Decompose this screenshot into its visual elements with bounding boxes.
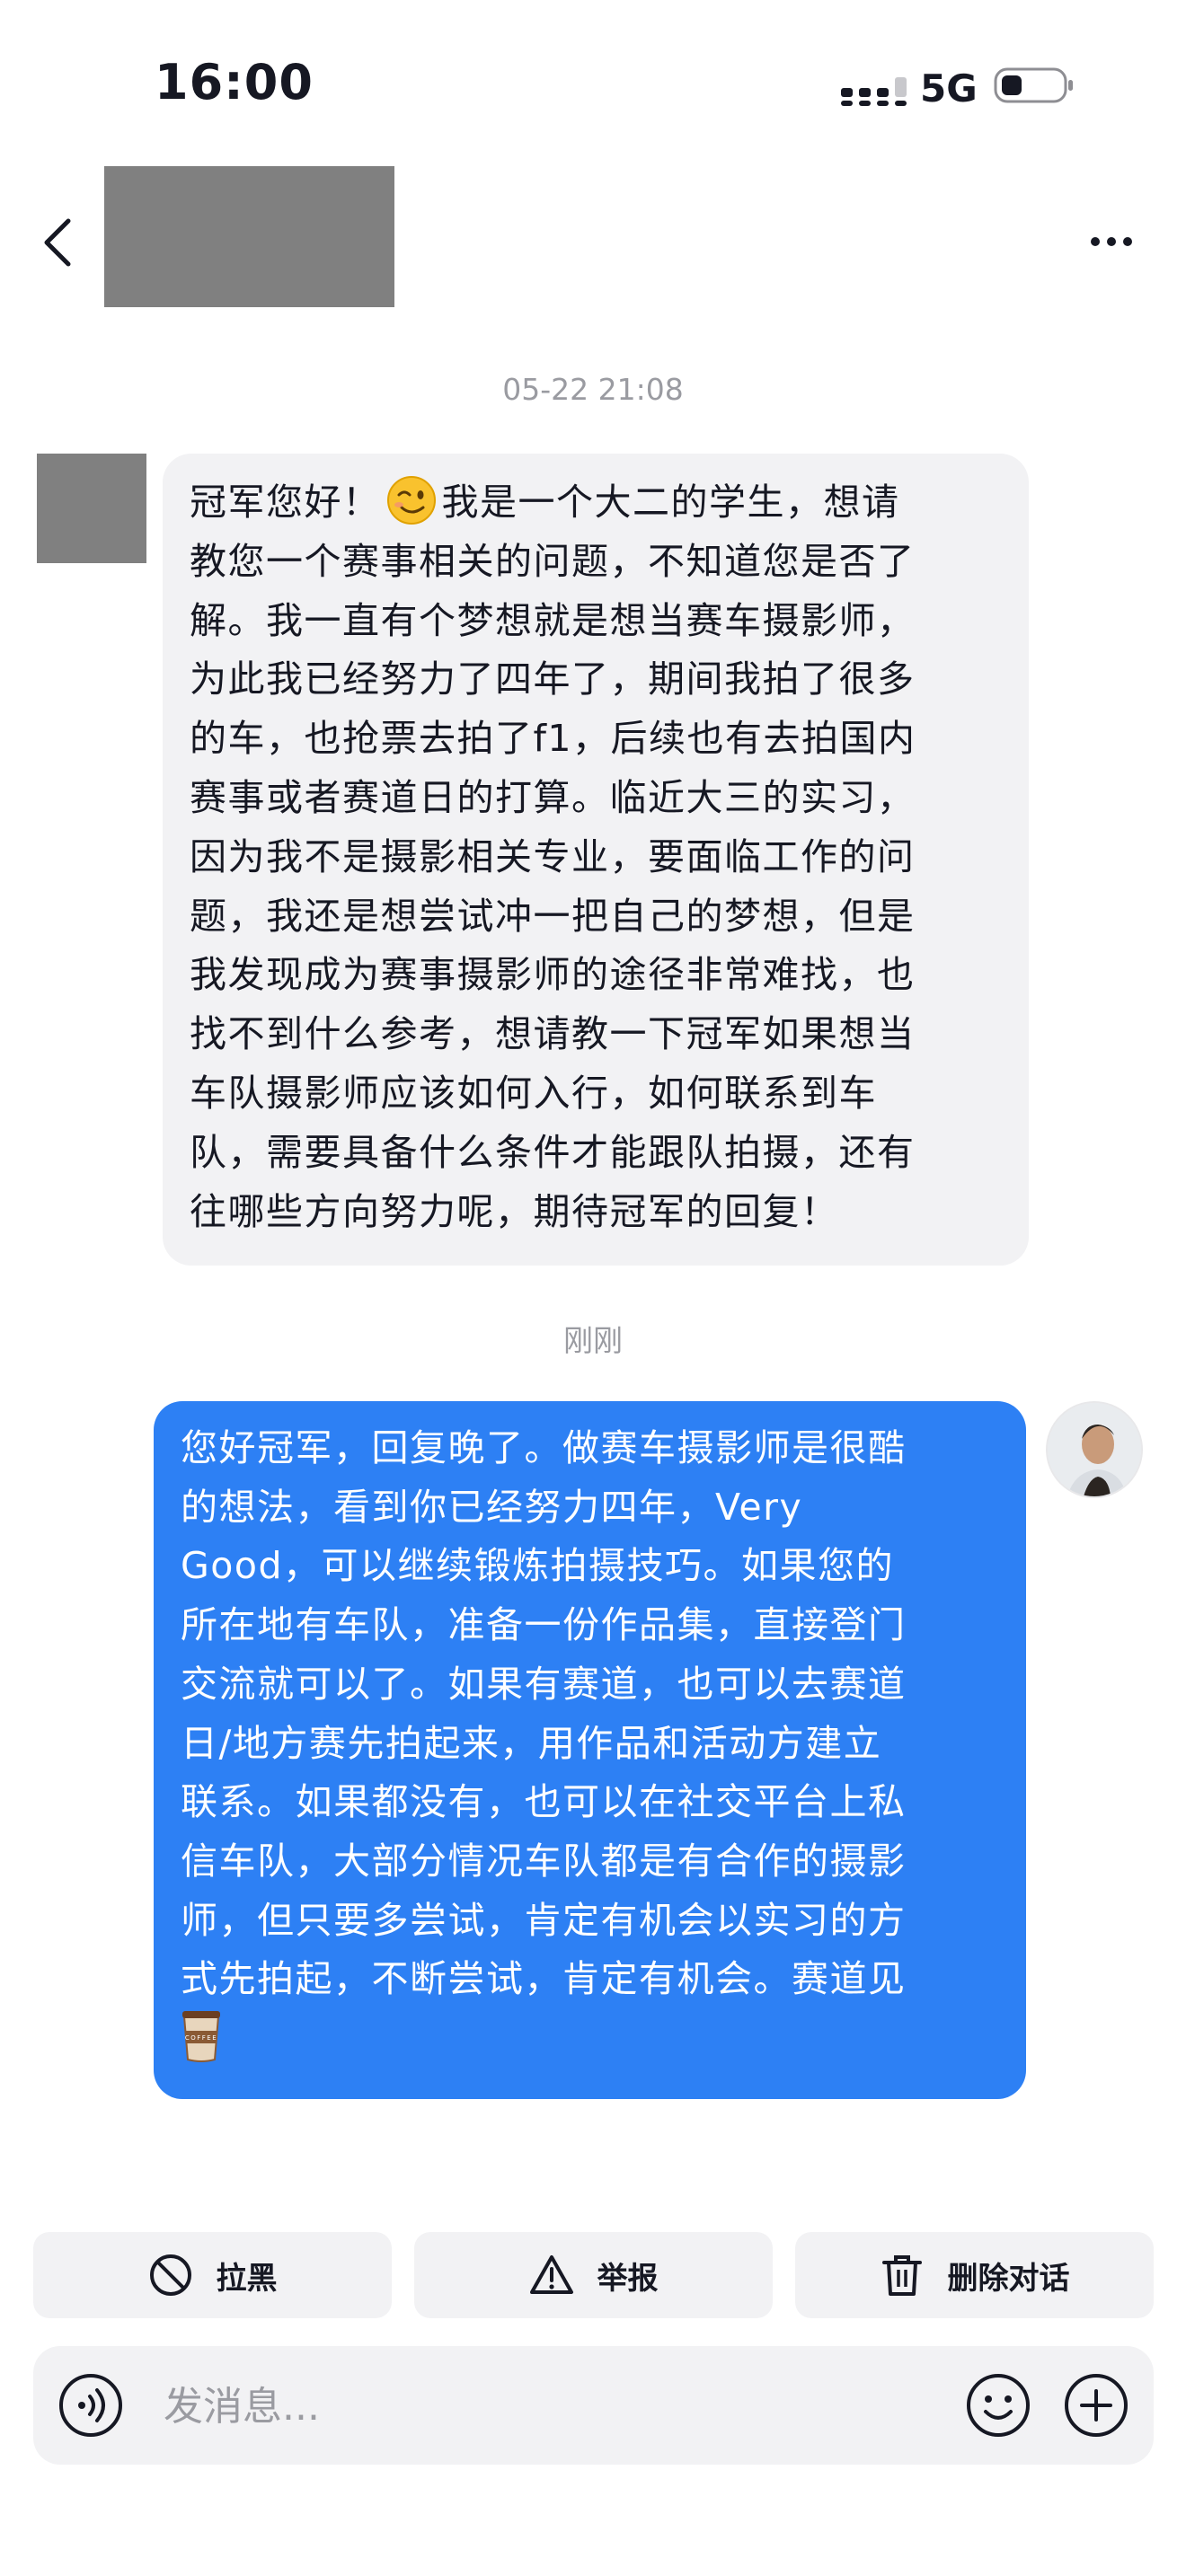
outgoing-line: 联系。如果都没有，也可以在社交平台上私: [181, 1780, 907, 1824]
incoming-line: 队，需要具备什么条件才能跟队拍摄，还有: [190, 1130, 916, 1174]
incoming-line: 为此我已经努力了四年了，期间我拍了很多: [190, 657, 916, 701]
smiley-icon[interactable]: [964, 2371, 1032, 2439]
outgoing-line: 日/地方赛先拍起来，用作品和活动方建立: [181, 1721, 882, 1765]
outgoing-line: 式先拍起，不断尝试，肯定有机会。赛道见: [181, 1957, 907, 2001]
more-dots-icon[interactable]: [1089, 235, 1134, 248]
incoming-line: 因为我不是摄影相关专业，要面临工作的问: [190, 834, 916, 878]
outgoing-line: 交流就可以了。如果有赛道，也可以去赛道: [181, 1662, 907, 1706]
outgoing-line: 您好冠军，回复晚了。做赛车摄影师是很酷: [181, 1426, 907, 1469]
coffee-emoji: COFFEE: [182, 2011, 220, 2063]
incoming-line: 的车，也抢票去拍了f1，后续也有去拍国内: [190, 717, 916, 761]
outgoing-line: 师，但只要多尝试，肯定有机会以实习的方: [181, 1898, 907, 1942]
incoming-line: 题，我还是想尝试冲一把自己的梦想，但是: [190, 894, 916, 938]
incoming-line: 赛事或者赛道日的打算。临近大三的实习，: [190, 775, 916, 819]
network-label: 5G: [920, 66, 978, 110]
voice-icon[interactable]: [58, 2372, 124, 2439]
incoming-line: 我发现成为赛事摄影师的途径非常难找，也: [190, 953, 916, 997]
report-button[interactable]: 举报: [414, 2232, 773, 2318]
incoming-line: 车队摄影师应该如何入行，如何联系到车: [190, 1071, 877, 1115]
plus-icon[interactable]: [1062, 2371, 1130, 2439]
incoming-line: 往哪些方向努力呢，期待冠军的回复！: [190, 1189, 839, 1233]
incoming-line: 解。我一直有个梦想就是想当赛车摄影师，: [190, 598, 916, 642]
incoming-message-bubble[interactable]: 冠军您好！ 我是一个大二的学生，想请 教您一个赛事相关的问题，不知道您是否了 解。…: [163, 454, 1029, 1266]
outgoing-line: Good，可以继续锻炼拍摄技巧。如果您的: [181, 1544, 894, 1588]
message-input[interactable]: [162, 2371, 938, 2441]
profile-photo-icon: [1048, 1403, 1141, 1496]
outgoing-message-bubble[interactable]: 您好冠军，回复晚了。做赛车摄影师是很酷 的想法，看到你已经努力四年，Very G…: [154, 1401, 1026, 2099]
delete-label: 删除对话: [947, 2260, 1070, 2297]
winking-face-emoji: [386, 476, 436, 525]
outgoing-line: 信车队，大部分情况车队都是有合作的摄影: [181, 1839, 907, 1883]
block-button[interactable]: 拉黑: [33, 2232, 392, 2318]
incoming-line: 找不到什么参考，想请教一下冠军如果想当: [190, 1012, 916, 1056]
warning-icon: [529, 2255, 573, 2294]
svg-text:COFFEE: COFFEE: [185, 2034, 217, 2042]
incoming-line: 冠军您好！ 我是一个大二的学生，想请: [190, 473, 1000, 533]
battery-icon: [994, 67, 1073, 103]
contact-avatar[interactable]: [104, 166, 394, 307]
message-timestamp: 刚刚: [563, 1323, 623, 1358]
outgoing-line: 所在地有车队，准备一份作品集，直接登门: [181, 1603, 907, 1647]
incoming-line: 教您一个赛事相关的问题，不知道您是否了: [190, 539, 916, 583]
report-label: 举报: [597, 2260, 659, 2297]
outgoing-line: 的想法，看到你已经努力四年，Very: [181, 1485, 803, 1529]
message-timestamp: 05-22 21:08: [502, 372, 684, 407]
status-time: 16:00: [155, 54, 314, 110]
my-avatar[interactable]: [1046, 1401, 1143, 1498]
block-icon: [149, 2254, 191, 2296]
block-label: 拉黑: [216, 2260, 278, 2297]
chevron-left-icon[interactable]: [40, 216, 75, 269]
sender-avatar[interactable]: [37, 454, 146, 563]
trash-icon: [881, 2255, 922, 2296]
outgoing-line: COFFEE: [181, 2009, 999, 2072]
delete-conversation-button[interactable]: 删除对话: [795, 2232, 1154, 2318]
